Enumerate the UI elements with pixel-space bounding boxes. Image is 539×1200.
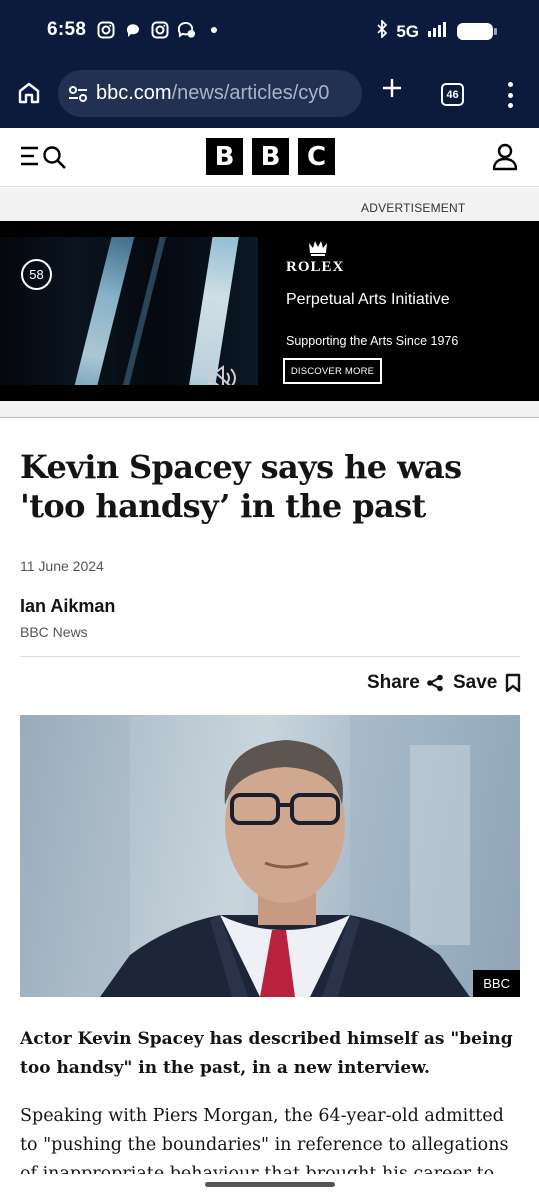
discover-more-button[interactable]: DISCOVER MORE [283,358,382,384]
article-date: 11 June 2024 [20,558,104,574]
ad-banner[interactable]: 58 ROLEX Perpetual Arts Initiative Suppo… [0,221,539,401]
home-icon[interactable] [16,80,42,106]
bbc-logo[interactable]: B B C [206,138,335,175]
article-lead: Actor Kevin Spacey has described himself… [20,1029,513,1078]
ad-label: ADVERTISEMENT [361,201,466,215]
ad-video[interactable]: 58 [0,237,258,385]
more-options-icon[interactable] [505,82,515,108]
status-bar: 6:58 5G [0,0,539,62]
share-icon [426,674,444,692]
browser-chrome: 6:58 5G bbc.com/news/articles/cy0 46 [0,0,539,128]
save-label: Save [453,672,498,693]
ad-brand: ROLEX [286,259,345,275]
notification-icons [96,20,223,39]
bluetooth-icon [376,18,388,43]
dot-icon [204,20,223,39]
bookmark-icon [505,673,521,693]
tab-switcher-button[interactable]: 46 [441,83,464,106]
menu-search-icon[interactable] [20,145,70,169]
gesture-bar[interactable] [205,1182,335,1187]
article-image[interactable]: BBC [20,715,520,997]
url-domain: bbc.com [96,82,172,104]
logo-letter: B [206,138,243,175]
logo-letter: B [252,138,289,175]
logo-letter: C [298,138,335,175]
article-paragraph: Speaking with Piers Morgan, the 64-year-… [20,1106,509,1174]
battery-icon [457,23,497,40]
address-bar[interactable]: bbc.com/news/articles/cy0 [58,70,362,117]
portrait-illustration [20,715,520,997]
network-type: 5G [396,21,419,41]
system-status: 5G [376,18,497,43]
browser-toolbar: bbc.com/news/articles/cy0 46 [0,62,539,128]
site-settings-icon[interactable] [68,84,88,104]
account-icon[interactable] [492,143,518,171]
share-label: Share [367,672,420,693]
share-button[interactable]: Share [367,672,444,694]
mute-icon[interactable] [205,363,239,385]
instagram-icon [96,20,115,39]
ad-countdown: 58 [21,259,52,290]
article-source: BBC News [20,624,88,640]
ad-title: Perpetual Arts Initiative [286,291,450,308]
status-time: 6:58 [47,19,87,40]
instagram-icon [150,20,169,39]
messenger-icon [177,20,196,39]
crown-icon [308,239,328,257]
bbc-header: B B C [0,128,539,187]
image-credit: BBC [473,970,520,997]
article-headline: Kevin Spacey says he was 'too handsy’ in… [20,448,462,525]
divider [20,656,520,657]
save-button[interactable]: Save [453,672,521,694]
article-author: Ian Aikman [20,596,116,616]
ad-subtitle: Supporting the Arts Since 1976 [286,334,459,348]
divider [0,417,539,418]
signal-icon [427,21,449,42]
url-text[interactable]: bbc.com/news/articles/cy0 [96,82,329,105]
url-path: /news/articles/cy0 [171,82,330,104]
new-tab-icon[interactable] [380,76,404,100]
threads-icon [123,20,142,39]
advertisement-section: ADVERTISEMENT 58 ROLEX Perpetual Arts In… [0,188,539,418]
